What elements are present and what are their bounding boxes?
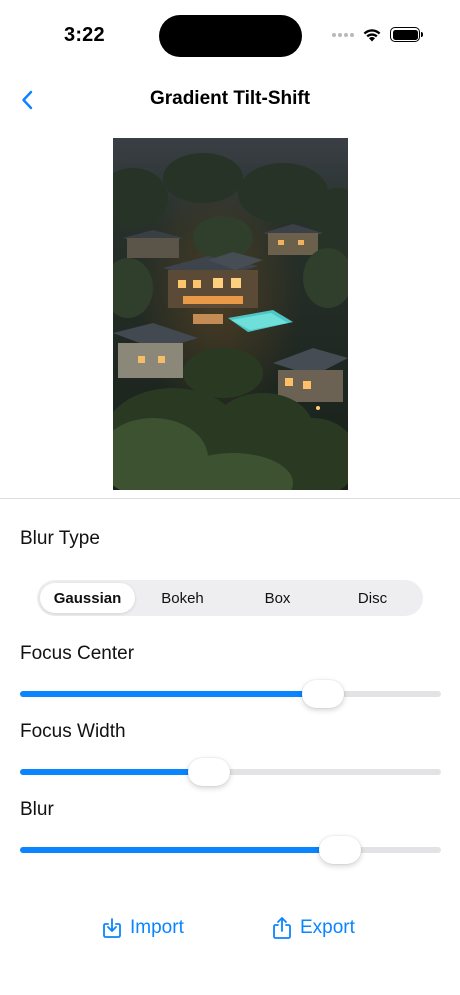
- slider-fill: [20, 691, 324, 697]
- focus-width-label: Focus Width: [20, 721, 126, 742]
- cellular-signal-icon: [332, 32, 354, 37]
- slider-thumb[interactable]: [302, 680, 345, 708]
- segment-disc[interactable]: Disc: [325, 583, 420, 613]
- import-tray-icon: [103, 918, 121, 938]
- slider-thumb[interactable]: [188, 758, 231, 786]
- import-button[interactable]: Import: [102, 912, 184, 944]
- blur-slider[interactable]: [20, 836, 441, 864]
- blur-type-segmented-control: Gaussian Bokeh Box Disc: [37, 580, 423, 616]
- photo-image: [113, 138, 348, 490]
- battery-icon: [390, 27, 423, 42]
- slider-fill: [20, 847, 340, 853]
- navigation-bar: Gradient Tilt-Shift: [0, 76, 460, 124]
- status-icons: [332, 27, 423, 42]
- wifi-icon: [363, 29, 381, 42]
- export-button[interactable]: Export: [272, 912, 355, 944]
- dynamic-island: [159, 15, 302, 57]
- export-label: Export: [300, 917, 355, 938]
- page-title: Gradient Tilt-Shift: [149, 88, 311, 109]
- import-label: Import: [130, 917, 184, 938]
- status-time: 3:22: [64, 24, 105, 46]
- blur-label: Blur: [20, 799, 54, 820]
- slider-thumb[interactable]: [318, 836, 361, 864]
- focus-width-slider[interactable]: [20, 758, 441, 786]
- blur-type-label: Blur Type: [20, 528, 100, 549]
- segment-bokeh[interactable]: Bokeh: [135, 583, 230, 613]
- status-bar: 3:22: [0, 0, 460, 72]
- photo-preview: [113, 138, 348, 490]
- focus-center-label: Focus Center: [20, 643, 135, 664]
- segment-gaussian[interactable]: Gaussian: [40, 583, 135, 613]
- share-icon: [273, 917, 291, 939]
- focus-center-slider[interactable]: [20, 680, 441, 708]
- slider-fill: [20, 769, 210, 775]
- segment-box[interactable]: Box: [230, 583, 325, 613]
- divider: [0, 498, 460, 499]
